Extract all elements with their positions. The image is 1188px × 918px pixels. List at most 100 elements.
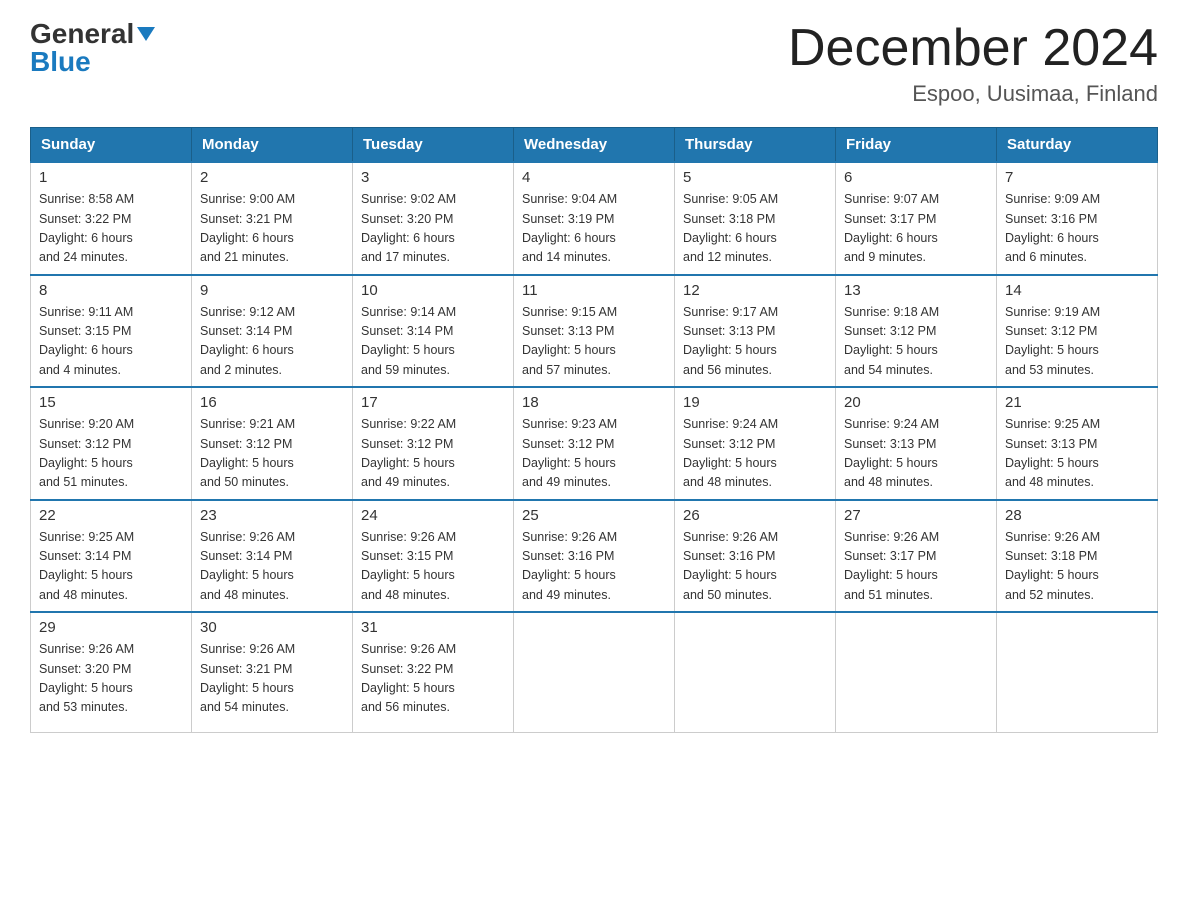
day-cell: 23 Sunrise: 9:26 AMSunset: 3:14 PMDayligh…	[192, 500, 353, 613]
day-number: 13	[844, 282, 988, 299]
day-info: Sunrise: 9:11 AMSunset: 3:15 PMDaylight:…	[39, 303, 183, 381]
day-info: Sunrise: 8:58 AMSunset: 3:22 PMDaylight:…	[39, 190, 183, 268]
day-cell: 11Sunrise: 9:15 AMSunset: 3:13 PMDayligh…	[514, 275, 675, 388]
day-number: 30	[200, 619, 344, 636]
day-cell: 14Sunrise: 9:19 AMSunset: 3:12 PMDayligh…	[997, 275, 1158, 388]
logo: General Blue	[30, 20, 155, 76]
calendar-body: 1 Sunrise: 8:58 AMSunset: 3:22 PMDaylight…	[31, 162, 1158, 732]
header-cell-sunday: Sunday	[31, 128, 192, 163]
day-cell: 16 Sunrise: 9:21 AMSunset: 3:12 PMDayligh…	[192, 387, 353, 500]
day-cell: 18Sunrise: 9:23 AMSunset: 3:12 PMDayligh…	[514, 387, 675, 500]
day-info: Sunrise: 9:14 AMSunset: 3:14 PMDaylight:…	[361, 303, 505, 381]
header-cell-saturday: Saturday	[997, 128, 1158, 163]
day-number: 28	[1005, 507, 1149, 524]
logo-general-line: General	[30, 20, 155, 48]
logo-triangle-icon	[137, 27, 155, 46]
day-cell: 28 Sunrise: 9:26 AMSunset: 3:18 PMDayligh…	[997, 500, 1158, 613]
day-info: Sunrise: 9:22 AMSunset: 3:12 PMDaylight:…	[361, 415, 505, 493]
day-number: 15	[39, 394, 183, 411]
day-info: Sunrise: 9:26 AMSunset: 3:20 PMDaylight:…	[39, 640, 183, 718]
day-info: Sunrise: 9:17 AMSunset: 3:13 PMDaylight:…	[683, 303, 827, 381]
header-cell-monday: Monday	[192, 128, 353, 163]
day-cell: 22 Sunrise: 9:25 AMSunset: 3:14 PMDayligh…	[31, 500, 192, 613]
calendar-title: December 2024	[788, 20, 1158, 77]
day-number: 23	[200, 507, 344, 524]
day-info: Sunrise: 9:24 AMSunset: 3:12 PMDaylight:…	[683, 415, 827, 493]
calendar-header: SundayMondayTuesdayWednesdayThursdayFrid…	[31, 128, 1158, 163]
day-info: Sunrise: 9:04 AMSunset: 3:19 PMDaylight:…	[522, 190, 666, 268]
day-number: 12	[683, 282, 827, 299]
day-number: 10	[361, 282, 505, 299]
day-cell: 6Sunrise: 9:07 AMSunset: 3:17 PMDaylight…	[836, 162, 997, 275]
day-cell: 25Sunrise: 9:26 AMSunset: 3:16 PMDayligh…	[514, 500, 675, 613]
calendar-table: SundayMondayTuesdayWednesdayThursdayFrid…	[30, 127, 1158, 733]
day-cell: 10 Sunrise: 9:14 AMSunset: 3:14 PMDayligh…	[353, 275, 514, 388]
day-info: Sunrise: 9:25 AMSunset: 3:13 PMDaylight:…	[1005, 415, 1149, 493]
calendar-subtitle: Espoo, Uusimaa, Finland	[788, 81, 1158, 107]
day-cell: 2Sunrise: 9:00 AMSunset: 3:21 PMDaylight…	[192, 162, 353, 275]
week-row-4: 29 Sunrise: 9:26 AMSunset: 3:20 PMDayligh…	[31, 612, 1158, 732]
day-number: 21	[1005, 394, 1149, 411]
day-cell: 21 Sunrise: 9:25 AMSunset: 3:13 PMDayligh…	[997, 387, 1158, 500]
day-cell: 30 Sunrise: 9:26 AMSunset: 3:21 PMDayligh…	[192, 612, 353, 732]
logo-blue-text: Blue	[30, 48, 91, 76]
day-number: 24	[361, 507, 505, 524]
day-cell: 7 Sunrise: 9:09 AMSunset: 3:16 PMDaylight…	[997, 162, 1158, 275]
day-number: 19	[683, 394, 827, 411]
day-number: 16	[200, 394, 344, 411]
day-number: 29	[39, 619, 183, 636]
week-row-1: 8Sunrise: 9:11 AMSunset: 3:15 PMDaylight…	[31, 275, 1158, 388]
day-cell	[997, 612, 1158, 732]
day-cell: 20 Sunrise: 9:24 AMSunset: 3:13 PMDayligh…	[836, 387, 997, 500]
header-cell-friday: Friday	[836, 128, 997, 163]
day-cell	[675, 612, 836, 732]
day-info: Sunrise: 9:26 AMSunset: 3:15 PMDaylight:…	[361, 528, 505, 606]
day-info: Sunrise: 9:18 AMSunset: 3:12 PMDaylight:…	[844, 303, 988, 381]
day-info: Sunrise: 9:07 AMSunset: 3:17 PMDaylight:…	[844, 190, 988, 268]
day-info: Sunrise: 9:23 AMSunset: 3:12 PMDaylight:…	[522, 415, 666, 493]
day-info: Sunrise: 9:24 AMSunset: 3:13 PMDaylight:…	[844, 415, 988, 493]
day-number: 11	[522, 282, 666, 299]
day-number: 7	[1005, 169, 1149, 186]
week-row-0: 1 Sunrise: 8:58 AMSunset: 3:22 PMDaylight…	[31, 162, 1158, 275]
day-info: Sunrise: 9:26 AMSunset: 3:17 PMDaylight:…	[844, 528, 988, 606]
day-info: Sunrise: 9:05 AMSunset: 3:18 PMDaylight:…	[683, 190, 827, 268]
day-cell: 1 Sunrise: 8:58 AMSunset: 3:22 PMDaylight…	[31, 162, 192, 275]
logo-blue-line: Blue	[30, 48, 91, 76]
day-info: Sunrise: 9:26 AMSunset: 3:14 PMDaylight:…	[200, 528, 344, 606]
logo-general-text: General	[30, 20, 134, 48]
day-info: Sunrise: 9:21 AMSunset: 3:12 PMDaylight:…	[200, 415, 344, 493]
day-number: 20	[844, 394, 988, 411]
header-cell-wednesday: Wednesday	[514, 128, 675, 163]
day-cell: 19 Sunrise: 9:24 AMSunset: 3:12 PMDayligh…	[675, 387, 836, 500]
day-info: Sunrise: 9:02 AMSunset: 3:20 PMDaylight:…	[361, 190, 505, 268]
day-number: 5	[683, 169, 827, 186]
day-number: 25	[522, 507, 666, 524]
header-cell-thursday: Thursday	[675, 128, 836, 163]
day-info: Sunrise: 9:26 AMSunset: 3:21 PMDaylight:…	[200, 640, 344, 718]
header-row: SundayMondayTuesdayWednesdayThursdayFrid…	[31, 128, 1158, 163]
day-number: 31	[361, 619, 505, 636]
day-cell: 5 Sunrise: 9:05 AMSunset: 3:18 PMDaylight…	[675, 162, 836, 275]
day-info: Sunrise: 9:26 AMSunset: 3:18 PMDaylight:…	[1005, 528, 1149, 606]
day-number: 9	[200, 282, 344, 299]
day-info: Sunrise: 9:26 AMSunset: 3:16 PMDaylight:…	[683, 528, 827, 606]
day-info: Sunrise: 9:09 AMSunset: 3:16 PMDaylight:…	[1005, 190, 1149, 268]
day-number: 17	[361, 394, 505, 411]
day-cell: 9 Sunrise: 9:12 AMSunset: 3:14 PMDaylight…	[192, 275, 353, 388]
day-cell: 17 Sunrise: 9:22 AMSunset: 3:12 PMDayligh…	[353, 387, 514, 500]
day-cell: 26Sunrise: 9:26 AMSunset: 3:16 PMDayligh…	[675, 500, 836, 613]
day-cell: 27Sunrise: 9:26 AMSunset: 3:17 PMDayligh…	[836, 500, 997, 613]
day-cell: 3 Sunrise: 9:02 AMSunset: 3:20 PMDaylight…	[353, 162, 514, 275]
day-info: Sunrise: 9:20 AMSunset: 3:12 PMDaylight:…	[39, 415, 183, 493]
day-info: Sunrise: 9:25 AMSunset: 3:14 PMDaylight:…	[39, 528, 183, 606]
day-cell: 29 Sunrise: 9:26 AMSunset: 3:20 PMDayligh…	[31, 612, 192, 732]
day-cell	[514, 612, 675, 732]
day-cell	[836, 612, 997, 732]
day-number: 22	[39, 507, 183, 524]
day-info: Sunrise: 9:12 AMSunset: 3:14 PMDaylight:…	[200, 303, 344, 381]
day-cell: 13 Sunrise: 9:18 AMSunset: 3:12 PMDayligh…	[836, 275, 997, 388]
day-number: 3	[361, 169, 505, 186]
day-number: 1	[39, 169, 183, 186]
week-row-2: 15 Sunrise: 9:20 AMSunset: 3:12 PMDayligh…	[31, 387, 1158, 500]
